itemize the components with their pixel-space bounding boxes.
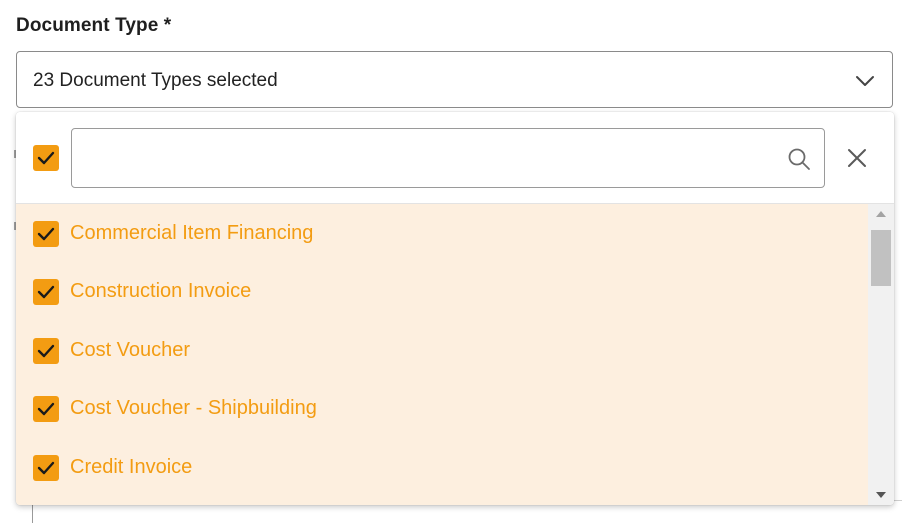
option-checkbox[interactable] bbox=[33, 338, 59, 364]
checkmark-icon bbox=[37, 227, 55, 241]
selected-count-text: 23 Document Types selected bbox=[33, 70, 278, 91]
close-button[interactable] bbox=[842, 143, 872, 173]
option-construction-invoice[interactable]: Construction Invoice bbox=[16, 262, 868, 320]
select-all-checkbox[interactable] bbox=[33, 145, 59, 171]
search-input[interactable] bbox=[84, 139, 768, 179]
scroll-down-arrow-icon[interactable] bbox=[876, 492, 886, 498]
option-cost-voucher-shipbuilding[interactable]: Cost Voucher - Shipbuilding bbox=[16, 379, 868, 437]
document-type-select[interactable]: 23 Document Types selected bbox=[16, 51, 893, 108]
option-label: Commercial Item Financing bbox=[70, 222, 314, 244]
options-scrollbar[interactable] bbox=[868, 204, 894, 505]
option-checkbox[interactable] bbox=[33, 279, 59, 305]
search-icon[interactable] bbox=[787, 147, 811, 171]
scroll-up-arrow-icon[interactable] bbox=[876, 211, 886, 217]
checkmark-icon bbox=[37, 344, 55, 358]
scrollbar-thumb[interactable] bbox=[871, 230, 891, 286]
checkmark-icon bbox=[37, 402, 55, 416]
document-type-label: Document Type * bbox=[16, 15, 172, 36]
option-label: Cost Voucher bbox=[70, 339, 191, 361]
option-cost-voucher[interactable]: Cost Voucher bbox=[16, 321, 868, 379]
option-checkbox[interactable] bbox=[33, 396, 59, 422]
option-label: Cost Voucher - Shipbuilding bbox=[70, 397, 317, 419]
search-field[interactable] bbox=[71, 128, 825, 188]
option-label: Credit Invoice bbox=[70, 456, 193, 478]
close-icon bbox=[848, 149, 866, 167]
dropdown-header bbox=[16, 112, 894, 204]
chevron-down-icon[interactable] bbox=[854, 70, 876, 92]
option-credit-invoice[interactable]: Credit Invoice bbox=[16, 438, 868, 496]
option-commercial-item-financing[interactable]: Commercial Item Financing bbox=[16, 204, 868, 262]
options-list: Commercial Item Financing Construction I… bbox=[16, 204, 868, 505]
checkmark-icon bbox=[37, 285, 55, 299]
checkmark-icon bbox=[37, 461, 55, 475]
option-checkbox[interactable] bbox=[33, 221, 59, 247]
dropdown-panel: Commercial Item Financing Construction I… bbox=[16, 112, 894, 505]
option-label: Construction Invoice bbox=[70, 280, 252, 302]
checkmark-icon bbox=[37, 151, 55, 165]
option-checkbox[interactable] bbox=[33, 455, 59, 481]
